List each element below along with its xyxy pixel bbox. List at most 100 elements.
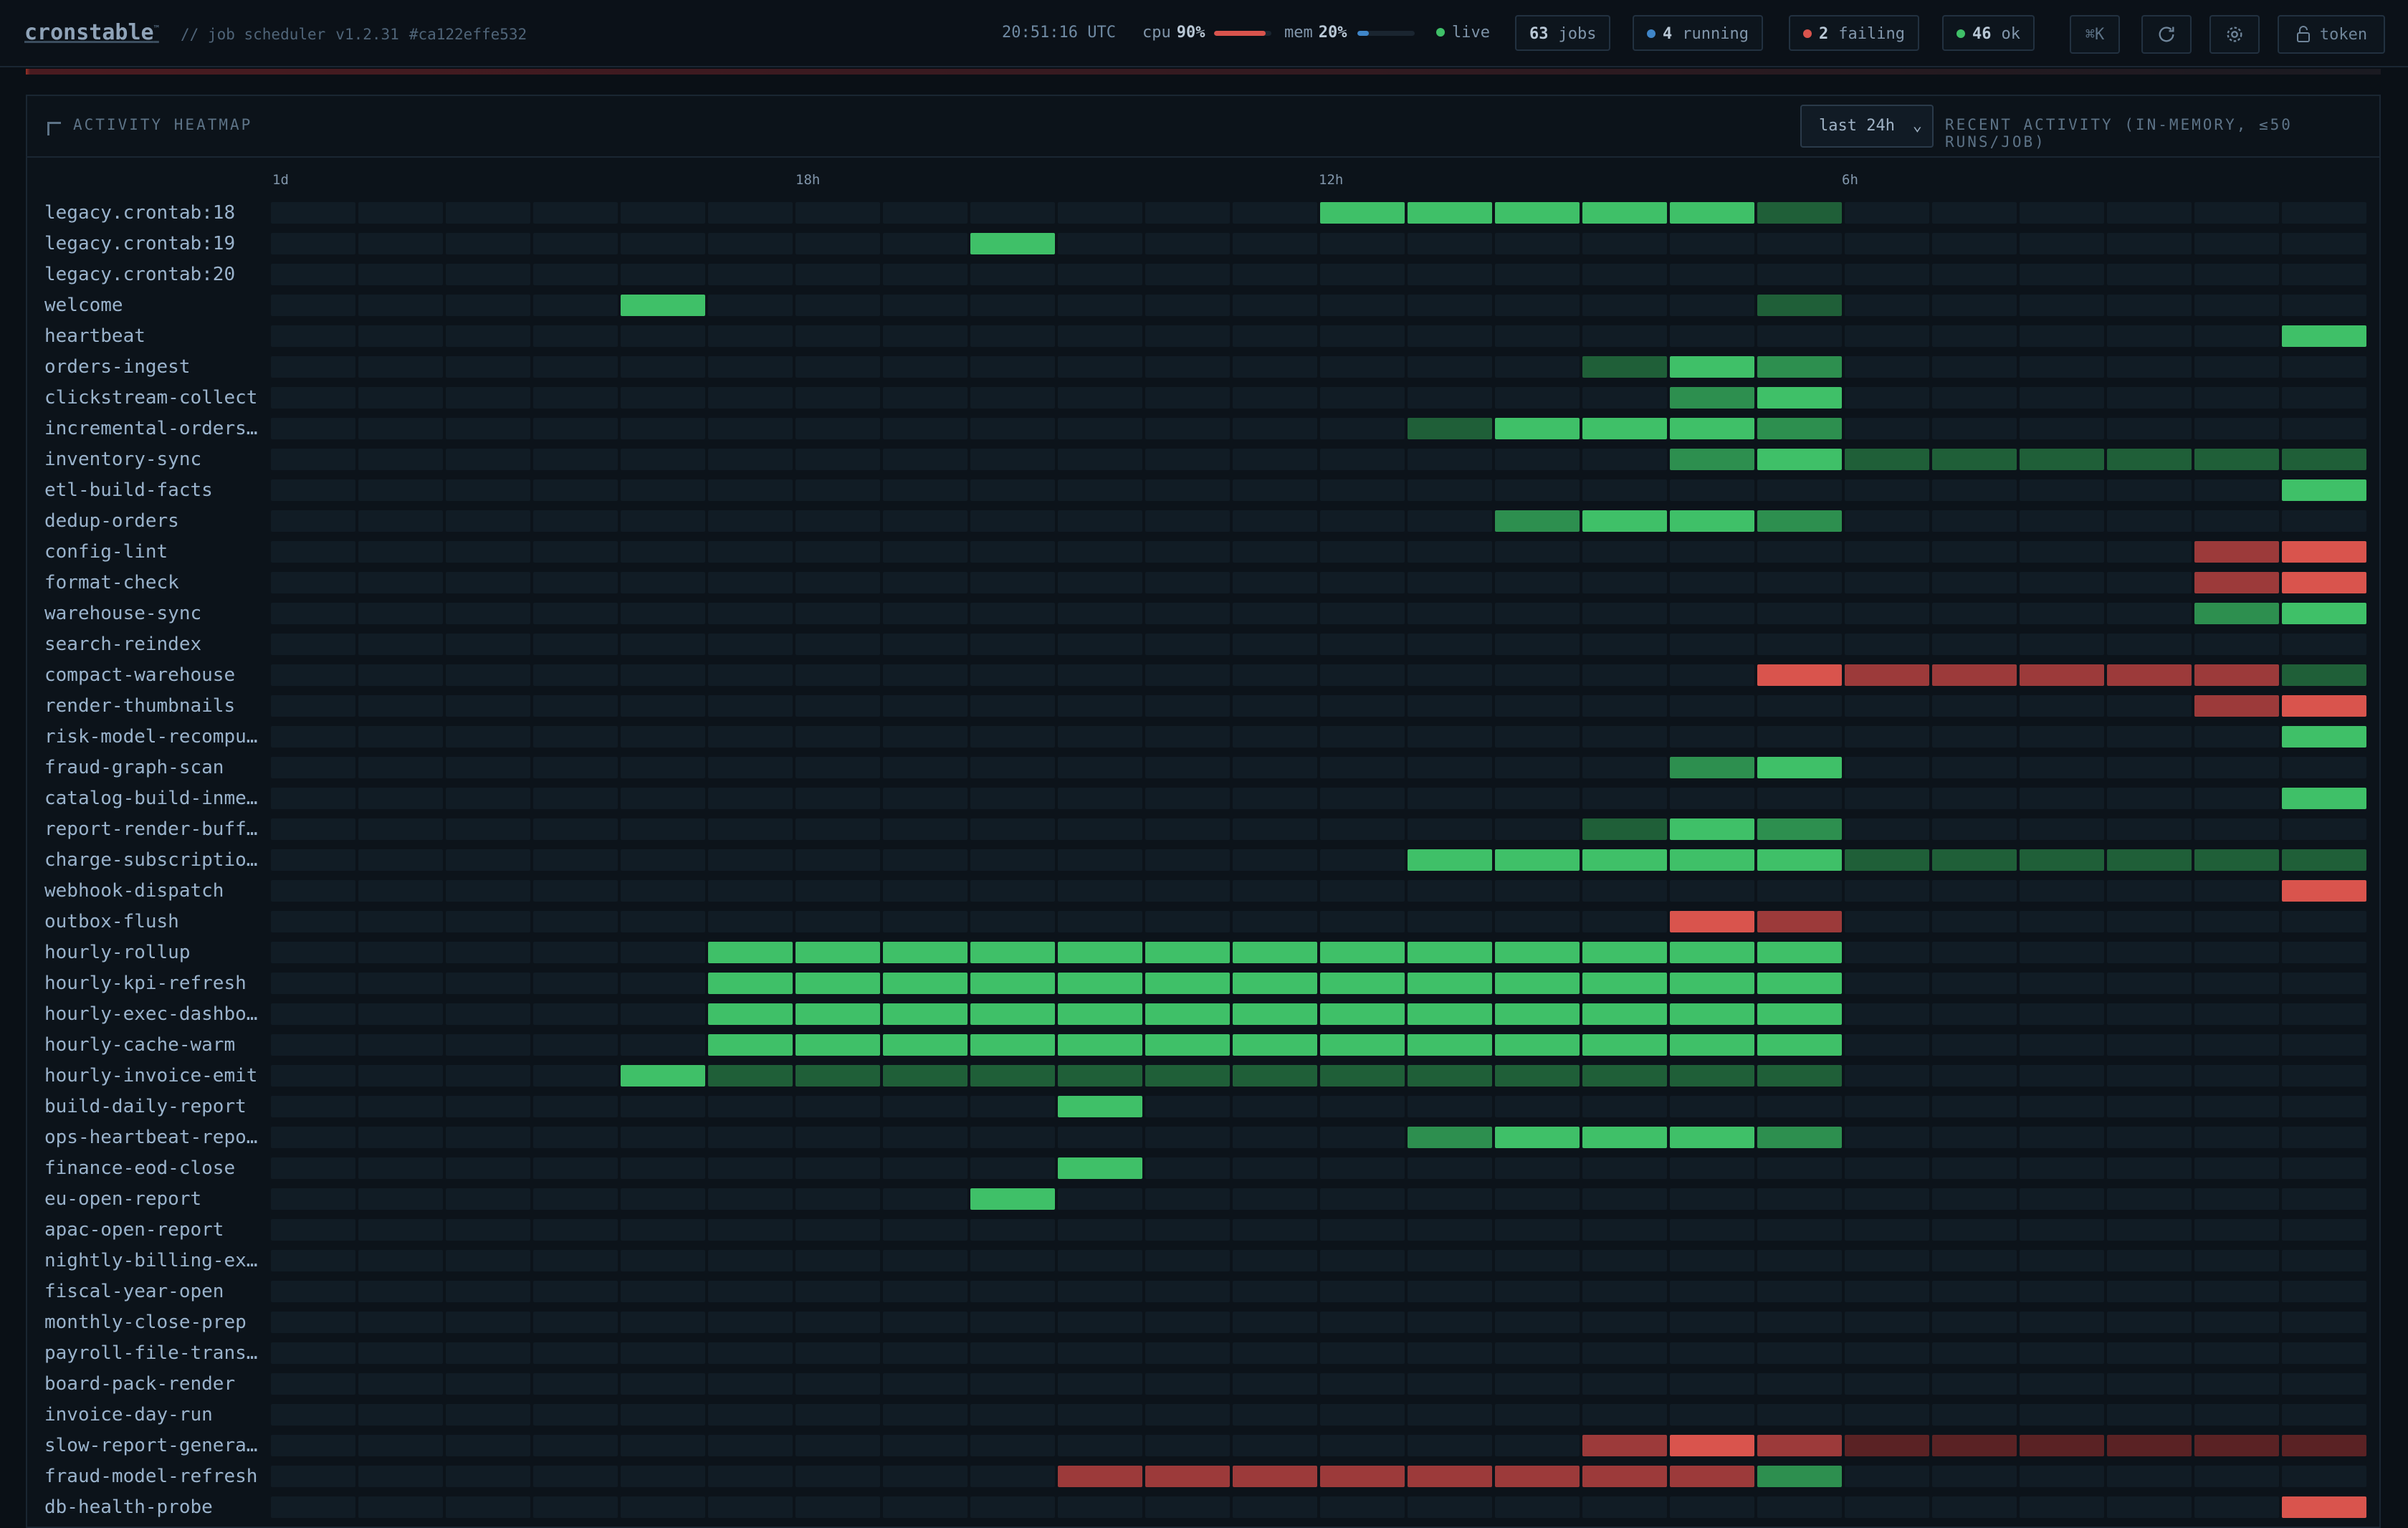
heatmap-cell[interactable] [621,1250,705,1271]
heatmap-cell[interactable] [358,788,443,809]
heatmap-cell[interactable] [621,1496,705,1518]
heatmap-cell[interactable] [1495,634,1580,655]
heatmap-cell[interactable] [1495,295,1580,316]
heatmap-cell[interactable] [883,880,968,902]
heatmap-cell[interactable] [2194,818,2279,840]
heatmap-cell[interactable] [1582,818,1667,840]
heatmap-cell[interactable] [446,1373,530,1395]
heatmap-cell[interactable] [1233,387,1317,409]
heatmap-cell[interactable] [2020,418,2104,439]
heatmap-cell[interactable] [883,510,968,532]
heatmap-cell[interactable] [1845,664,1929,686]
heatmap-cell[interactable] [2020,664,2104,686]
job-row-label[interactable]: compact-warehouse [44,661,288,689]
heatmap-cell[interactable] [446,233,530,254]
heatmap-cell[interactable] [1233,818,1317,840]
heatmap-cell[interactable] [271,1065,355,1087]
heatmap-cell[interactable] [970,1034,1055,1056]
heatmap-cell[interactable] [1495,664,1580,686]
heatmap-cell[interactable] [621,1188,705,1210]
heatmap-cell[interactable] [1408,788,1492,809]
heatmap-cell[interactable] [1495,1250,1580,1271]
heatmap-cell[interactable] [1495,726,1580,748]
heatmap-cell[interactable] [2282,880,2366,902]
heatmap-cell[interactable] [621,695,705,717]
heatmap-cell[interactable] [533,726,618,748]
heatmap-cell[interactable] [1408,202,1492,224]
heatmap-cell[interactable] [1233,1435,1317,1456]
heatmap-cell[interactable] [2107,695,2192,717]
heatmap-cell[interactable] [2282,1034,2366,1056]
heatmap-cell[interactable] [970,387,1055,409]
heatmap-cell[interactable] [883,479,968,501]
heatmap-cell[interactable] [2194,1342,2279,1364]
heatmap-cell[interactable] [1145,1496,1230,1518]
heatmap-cell[interactable] [1845,695,1929,717]
heatmap-cell[interactable] [2282,202,2366,224]
heatmap-cell[interactable] [271,1373,355,1395]
heatmap-cell[interactable] [621,1127,705,1148]
heatmap-cell[interactable] [1757,1188,1842,1210]
heatmap-cell[interactable] [1932,1281,2017,1302]
heatmap-cell[interactable] [533,418,618,439]
heatmap-cell[interactable] [1058,911,1142,932]
heatmap-cell[interactable] [1670,541,1754,563]
heatmap-cell[interactable] [271,1003,355,1025]
heatmap-cell[interactable] [970,942,1055,963]
heatmap-cell[interactable] [621,541,705,563]
heatmap-cell[interactable] [446,849,530,871]
heatmap-cell[interactable] [796,911,880,932]
heatmap-cell[interactable] [708,1312,793,1333]
heatmap-cell[interactable] [2282,1065,2366,1087]
heatmap-cell[interactable] [2194,788,2279,809]
heatmap-cell[interactable] [2194,295,2279,316]
heatmap-cell[interactable] [1145,1003,1230,1025]
heatmap-cell[interactable] [358,233,443,254]
heatmap-cell[interactable] [1670,295,1754,316]
heatmap-cell[interactable] [1845,973,1929,994]
heatmap-cell[interactable] [2107,942,2192,963]
heatmap-cell[interactable] [1845,1312,1929,1333]
heatmap-cell[interactable] [1058,1096,1142,1117]
heatmap-cell[interactable] [271,572,355,593]
job-row-label[interactable]: webhook-dispatch [44,877,288,905]
heatmap-cell[interactable] [1408,726,1492,748]
heatmap-cell[interactable] [2107,202,2192,224]
heatmap-cell[interactable] [1058,264,1142,285]
heatmap-cell[interactable] [1058,510,1142,532]
heatmap-cell[interactable] [970,634,1055,655]
heatmap-cell[interactable] [2020,541,2104,563]
heatmap-cell[interactable] [1932,1157,2017,1179]
heatmap-cell[interactable] [446,1342,530,1364]
heatmap-cell[interactable] [1670,510,1754,532]
heatmap-cell[interactable] [2282,264,2366,285]
heatmap-cell[interactable] [1145,1034,1230,1056]
heatmap-cell[interactable] [796,664,880,686]
heatmap-cell[interactable] [1320,479,1405,501]
heatmap-cell[interactable] [2194,973,2279,994]
heatmap-cell[interactable] [271,202,355,224]
heatmap-cell[interactable] [970,911,1055,932]
heatmap-cell[interactable] [1757,695,1842,717]
heatmap-cell[interactable] [796,973,880,994]
heatmap-cell[interactable] [358,387,443,409]
heatmap-cell[interactable] [621,880,705,902]
heatmap-cell[interactable] [1320,1188,1405,1210]
heatmap-cell[interactable] [1058,356,1142,378]
heatmap-cell[interactable] [2282,1096,2366,1117]
heatmap-cell[interactable] [1145,1373,1230,1395]
heatmap-cell[interactable] [358,973,443,994]
heatmap-cell[interactable] [1233,1404,1317,1426]
heatmap-cell[interactable] [1408,387,1492,409]
heatmap-cell[interactable] [1233,264,1317,285]
heatmap-cell[interactable] [1932,233,2017,254]
heatmap-cell[interactable] [2282,1157,2366,1179]
heatmap-cell[interactable] [1845,233,1929,254]
heatmap-cell[interactable] [533,695,618,717]
heatmap-cell[interactable] [708,911,793,932]
heatmap-cell[interactable] [1408,1404,1492,1426]
heatmap-cell[interactable] [271,449,355,470]
heatmap-cell[interactable] [358,1373,443,1395]
job-row-label[interactable]: apac-open-report [44,1216,288,1244]
heatmap-cell[interactable] [1408,1188,1492,1210]
